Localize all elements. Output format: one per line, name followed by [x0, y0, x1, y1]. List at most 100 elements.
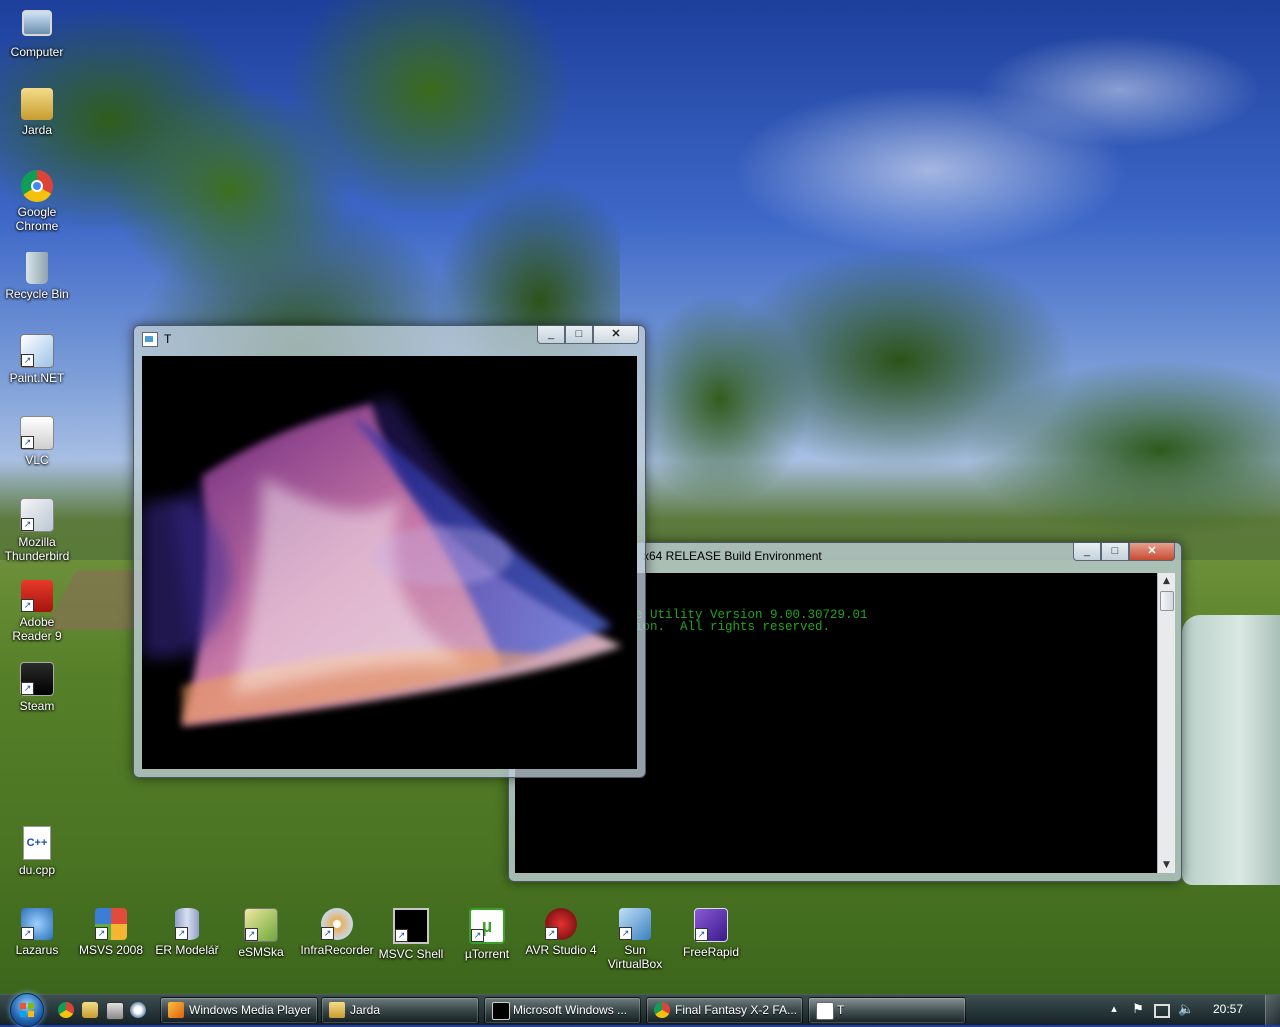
- freerapid-icon: ↗: [694, 908, 728, 942]
- close-button[interactable]: ✕: [1129, 543, 1175, 561]
- lazarus-icon: ↗: [21, 908, 53, 940]
- minimize-button[interactable]: _: [537, 326, 565, 344]
- paintnet-icon: ↗: [20, 334, 54, 368]
- desktop-icon-paint-net[interactable]: ↗ Paint.NET: [0, 334, 74, 385]
- console-window-title: x64 RELEASE Build Environment: [643, 549, 822, 563]
- taskbar-switch-icon[interactable]: [106, 1002, 124, 1020]
- chrome-icon[interactable]: [58, 1002, 74, 1018]
- desktop-icon-er-modelar[interactable]: ↗ ER Modelář: [150, 908, 224, 957]
- network-icon[interactable]: [1154, 1004, 1170, 1018]
- shortcut-arrow-icon: ↗: [321, 927, 334, 940]
- taskbar-button-jarda[interactable]: Jarda: [321, 997, 479, 1024]
- esmska-icon: ↗: [244, 908, 278, 942]
- steam-icon: ↗: [20, 662, 54, 696]
- volume-icon[interactable]: 🔈: [1178, 1001, 1194, 1017]
- console-scrollbar[interactable]: ▲ ▼: [1157, 573, 1175, 873]
- desktop-icon-label: Computer: [10, 45, 64, 59]
- desktop-icon-avr-studio[interactable]: ↗ AVR Studio 4: [524, 908, 598, 957]
- desktop-icon-jarda[interactable]: Jarda: [0, 88, 74, 137]
- desktop-icon-label: FreeRapid: [682, 945, 740, 959]
- media-player-icon: [168, 1002, 184, 1018]
- desktop-icon-label: MSVS 2008: [78, 943, 144, 957]
- console-shell-icon: ↗: [393, 908, 429, 944]
- scroll-down-arrow-icon[interactable]: ▼: [1158, 857, 1175, 873]
- chrome-icon: [21, 170, 53, 202]
- cpp-file-icon: C++: [23, 826, 51, 860]
- desktop-icon-label: Jarda: [21, 123, 53, 137]
- desktop-icon-sun-virtualbox[interactable]: ↗ Sun VirtualBox: [598, 908, 672, 971]
- t-window-controls: _ □ ✕: [537, 326, 639, 344]
- desktop-icon-utorrent[interactable]: µ ↗ µTorrent: [450, 908, 524, 961]
- desktop-icon-label: VLC: [25, 453, 49, 467]
- taskbar-button-label: Jarda: [350, 1003, 381, 1017]
- t-window[interactable]: T _ □ ✕: [133, 325, 646, 778]
- shortcut-arrow-icon: ↗: [21, 682, 34, 695]
- wallpaper-tree-right: [640, 230, 1280, 560]
- desktop-icon-mozilla-thunderbird[interactable]: ↗ Mozilla Thunderbird: [0, 498, 74, 563]
- taskbar-button-media-player[interactable]: Windows Media Player: [160, 997, 318, 1024]
- maximize-button[interactable]: □: [1101, 543, 1129, 561]
- desktop-icon-label: Recycle Bin: [5, 287, 69, 301]
- taskbar-button-console[interactable]: Microsoft Windows ...: [484, 997, 641, 1024]
- folder-icon[interactable]: [82, 1002, 98, 1018]
- start-orb-icon[interactable]: [10, 993, 44, 1027]
- cpp-glyph: C++: [26, 837, 48, 849]
- desktop-icon-du-cpp[interactable]: C++ du.cpp: [0, 826, 74, 877]
- fog-animation-canvas[interactable]: [142, 356, 637, 769]
- shortcut-arrow-icon: ↗: [545, 927, 558, 940]
- desktop-icon-recycle-bin[interactable]: Recycle Bin: [0, 252, 74, 301]
- desktop-icon-vlc[interactable]: ↗ VLC: [0, 416, 74, 467]
- flag-icon[interactable]: ⚑: [1130, 1001, 1146, 1017]
- desktop-icon-msvc-shell[interactable]: ↗ MSVC Shell: [374, 908, 448, 961]
- desktop-icon-label: Paint.NET: [9, 371, 65, 385]
- shortcut-arrow-icon: ↗: [21, 927, 34, 940]
- t-window-title: T: [164, 332, 172, 346]
- recycle-bin-icon: [26, 252, 48, 284]
- desktop-icon-label: du.cpp: [18, 863, 56, 877]
- desktop-icon-label: Mozilla Thunderbird: [4, 535, 70, 563]
- desktop-icon-infrarecorder[interactable]: ↗ InfraRecorder: [300, 908, 374, 957]
- desktop-icon-computer[interactable]: Computer: [0, 6, 74, 59]
- wallpaper-hay-bale: [1182, 615, 1280, 885]
- desktop-icon-steam[interactable]: ↗ Steam: [0, 662, 74, 713]
- show-desktop-button[interactable]: [1265, 995, 1280, 1025]
- shortcut-arrow-icon: ↗: [21, 518, 34, 531]
- console-window-controls: _ □ ✕: [1073, 543, 1175, 561]
- taskbar-button-chrome[interactable]: Final Fantasy X-2 FA...: [646, 997, 803, 1024]
- desktop-icon-esmska[interactable]: ↗ eSMSka: [224, 908, 298, 959]
- console-icon: [492, 1002, 510, 1020]
- database-icon: ↗: [175, 908, 199, 940]
- shortcut-arrow-icon: ↗: [95, 927, 108, 940]
- desktop-icon-google-chrome[interactable]: Google Chrome: [0, 170, 74, 233]
- folder-icon: [329, 1002, 345, 1018]
- chevron-up-icon[interactable]: ▴: [1106, 1001, 1122, 1017]
- desktop-icon-label: InfraRecorder: [300, 943, 374, 957]
- taskbar-button-label: Final Fantasy X-2 FA...: [675, 1003, 798, 1017]
- desktop-icon-lazarus[interactable]: ↗ Lazarus: [0, 908, 74, 957]
- thunderbird-icon: ↗: [20, 498, 54, 532]
- minimize-button[interactable]: _: [1073, 543, 1101, 561]
- desktop-icon-msvs-2008[interactable]: ↗ MSVS 2008: [74, 908, 148, 957]
- desktop-icon-label: Sun VirtualBox: [607, 943, 663, 971]
- desktop-icon-freerapid[interactable]: ↗ FreeRapid: [674, 908, 748, 959]
- utorrent-icon: µ ↗: [469, 908, 505, 944]
- taskbar-button-label: Microsoft Windows ...: [513, 1003, 628, 1017]
- t-titlebar[interactable]: T _ □ ✕: [134, 326, 645, 352]
- shortcut-arrow-icon: ↗: [245, 928, 258, 941]
- scroll-up-arrow-icon[interactable]: ▲: [1158, 573, 1175, 589]
- desktop-icon-label: MSVC Shell: [378, 947, 444, 961]
- maximize-button[interactable]: □: [565, 326, 593, 344]
- virtualbox-icon: ↗: [619, 908, 651, 940]
- user-folder-icon: [21, 88, 53, 120]
- desktop-icon-label: eSMSka: [238, 945, 284, 959]
- shortcut-arrow-icon: ↗: [21, 599, 34, 612]
- desktop-icon-adobe-reader[interactable]: ↗ Adobe Reader 9: [0, 580, 74, 643]
- taskbar-clock[interactable]: 20:57: [1208, 1002, 1248, 1016]
- scrollbar-thumb[interactable]: [1160, 591, 1174, 611]
- desktop-icon-label: AVR Studio 4: [525, 943, 597, 957]
- close-button[interactable]: ✕: [593, 326, 639, 344]
- window-icon: [142, 332, 158, 347]
- shortcut-arrow-icon: ↗: [395, 929, 408, 942]
- taskbar-button-t[interactable]: T: [808, 997, 966, 1024]
- vlc-icon[interactable]: [130, 1002, 146, 1018]
